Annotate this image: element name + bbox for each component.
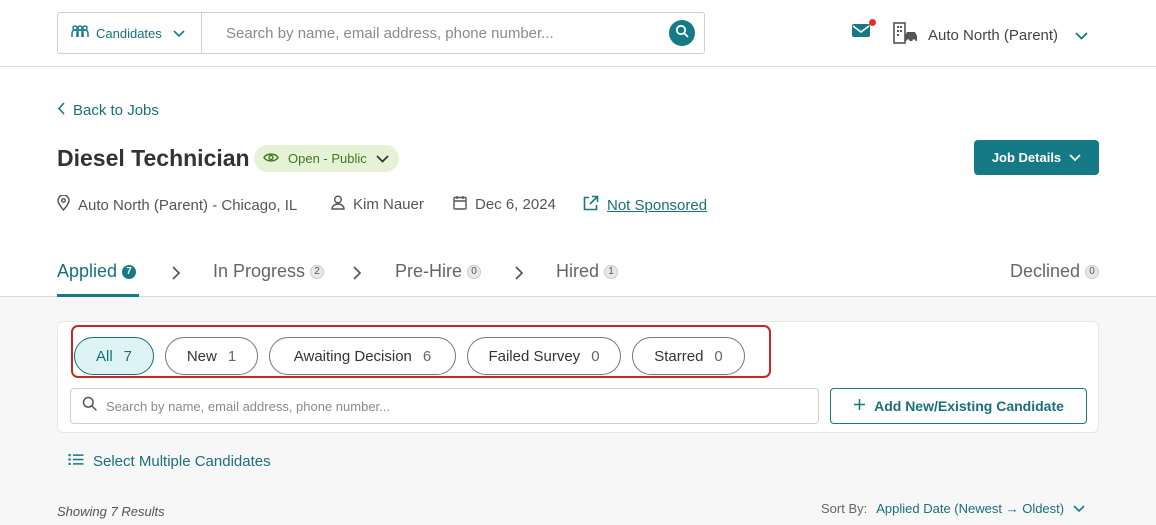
sponsorship-link[interactable]: Not Sponsored bbox=[582, 195, 707, 216]
tab-count-badge: 7 bbox=[122, 264, 137, 279]
search-icon bbox=[82, 396, 97, 416]
filter-chip-count: 0 bbox=[714, 347, 723, 365]
job-posted-date-text: Dec 6, 2024 bbox=[475, 196, 556, 213]
messages-button[interactable] bbox=[851, 19, 876, 43]
sort-value: Applied Date (Newest → Oldest) bbox=[876, 501, 1065, 516]
add-candidate-label: Add New/Existing Candidate bbox=[874, 398, 1064, 414]
page-title: Diesel Technician bbox=[57, 145, 250, 171]
select-multiple-button[interactable]: Select Multiple Candidates bbox=[68, 453, 271, 470]
tab-count-badge: 0 bbox=[1085, 264, 1100, 279]
filter-chip-label: Awaiting Decision bbox=[293, 347, 412, 365]
tab-applied[interactable]: Applied 7 bbox=[57, 261, 137, 282]
pipeline-stage-tabs: Applied 7 In Progress 2 Pre-Hire 0 Hired… bbox=[0, 252, 1156, 297]
sponsorship-link-text: Not Sponsored bbox=[607, 197, 708, 214]
filter-chip-failed-survey[interactable]: Failed Survey 0 bbox=[467, 337, 621, 375]
search-icon bbox=[675, 24, 689, 43]
notification-dot bbox=[869, 19, 876, 26]
job-location: Auto North (Parent) - Chicago, IL bbox=[57, 194, 298, 215]
chevron-left-icon bbox=[57, 102, 65, 119]
add-candidate-button[interactable]: Add New/Existing Candidate bbox=[830, 388, 1087, 424]
chevron-right-icon bbox=[171, 266, 181, 280]
tab-label: In Progress bbox=[213, 261, 306, 281]
sort-label: Sort By: bbox=[821, 501, 868, 516]
eye-icon bbox=[263, 151, 279, 166]
candidate-search-field bbox=[70, 388, 819, 424]
results-count: Showing 7 Results bbox=[57, 504, 165, 519]
chevron-right-icon bbox=[352, 266, 362, 280]
calendar-icon bbox=[453, 195, 467, 214]
organization-switcher[interactable]: Auto North (Parent) bbox=[893, 22, 1088, 48]
job-status-label: Open - Public bbox=[288, 151, 367, 166]
filter-chip-count: 0 bbox=[591, 347, 600, 365]
list-icon bbox=[68, 453, 84, 470]
user-icon bbox=[331, 195, 345, 214]
filter-chip-count: 6 bbox=[422, 347, 432, 365]
tab-label: Hired bbox=[556, 261, 600, 281]
plus-icon bbox=[853, 398, 866, 414]
global-search-group: Candidates bbox=[57, 12, 705, 54]
candidate-search-input[interactable] bbox=[106, 398, 818, 414]
chevron-down-icon bbox=[1075, 27, 1088, 44]
job-status-dropdown[interactable]: Open - Public bbox=[254, 145, 399, 172]
people-icon bbox=[71, 24, 89, 42]
tab-hired[interactable]: Hired 1 bbox=[556, 261, 619, 282]
tab-count-badge: 1 bbox=[604, 264, 619, 279]
tab-label: Applied bbox=[57, 261, 118, 281]
back-to-jobs-label: Back to Jobs bbox=[73, 102, 159, 119]
tab-pre-hire[interactable]: Pre-Hire 0 bbox=[395, 261, 482, 282]
job-location-text: Auto North (Parent) - Chicago, IL bbox=[78, 196, 298, 214]
top-bar: Candidates Auto North (Parent) bbox=[0, 0, 1156, 67]
filter-chip-label: New bbox=[186, 347, 217, 365]
chevron-down-icon bbox=[376, 151, 389, 166]
filter-chip-starred[interactable]: Starred 0 bbox=[632, 337, 745, 375]
tab-label: Pre-Hire bbox=[395, 261, 463, 281]
filter-chip-label: Starred bbox=[654, 347, 704, 365]
mail-icon bbox=[851, 24, 871, 43]
filter-chip-new[interactable]: New 1 bbox=[165, 337, 258, 375]
back-to-jobs-link[interactable]: Back to Jobs bbox=[57, 102, 159, 119]
job-posted-date: Dec 6, 2024 bbox=[453, 195, 556, 214]
filter-chip-label: All bbox=[95, 347, 113, 365]
organization-name: Auto North (Parent) bbox=[928, 26, 1059, 44]
chevron-down-icon bbox=[173, 26, 185, 41]
filter-chip-all[interactable]: All 7 bbox=[74, 337, 154, 375]
job-details-label: Job Details bbox=[991, 150, 1062, 165]
chevron-down-icon bbox=[1069, 150, 1081, 165]
tab-declined[interactable]: Declined 0 bbox=[1010, 261, 1100, 282]
tab-count-badge: 0 bbox=[467, 264, 482, 279]
tab-label: Declined bbox=[1010, 261, 1081, 281]
job-recruiter-text: Kim Nauer bbox=[353, 196, 424, 213]
building-car-icon bbox=[893, 22, 919, 48]
tab-in-progress[interactable]: In Progress 2 bbox=[213, 261, 325, 282]
search-scope-select[interactable]: Candidates bbox=[58, 13, 202, 53]
tab-count-badge: 2 bbox=[310, 264, 325, 279]
filter-chip-count: 1 bbox=[227, 347, 237, 365]
select-multiple-label: Select Multiple Candidates bbox=[93, 453, 271, 470]
filter-chip-awaiting-decision[interactable]: Awaiting Decision 6 bbox=[269, 337, 456, 375]
sort-dropdown[interactable]: Sort By: Applied Date (Newest → Oldest) bbox=[821, 501, 1085, 516]
global-search-input[interactable] bbox=[202, 13, 669, 53]
chevron-down-icon bbox=[1073, 501, 1085, 516]
filter-chip-label: Failed Survey bbox=[488, 347, 581, 365]
job-details-button[interactable]: Job Details bbox=[974, 140, 1099, 175]
chevron-right-icon bbox=[514, 266, 524, 280]
search-scope-label: Candidates bbox=[96, 25, 162, 41]
external-link-icon bbox=[582, 195, 599, 216]
candidates-panel: All 7 New 1 Awaiting Decision 6 Failed S… bbox=[0, 297, 1156, 525]
candidate-filter-card: All 7 New 1 Awaiting Decision 6 Failed S… bbox=[57, 321, 1099, 433]
map-pin-icon bbox=[57, 194, 70, 215]
job-recruiter: Kim Nauer bbox=[331, 195, 424, 214]
filter-chip-count: 7 bbox=[123, 347, 132, 365]
search-button[interactable] bbox=[669, 20, 695, 46]
